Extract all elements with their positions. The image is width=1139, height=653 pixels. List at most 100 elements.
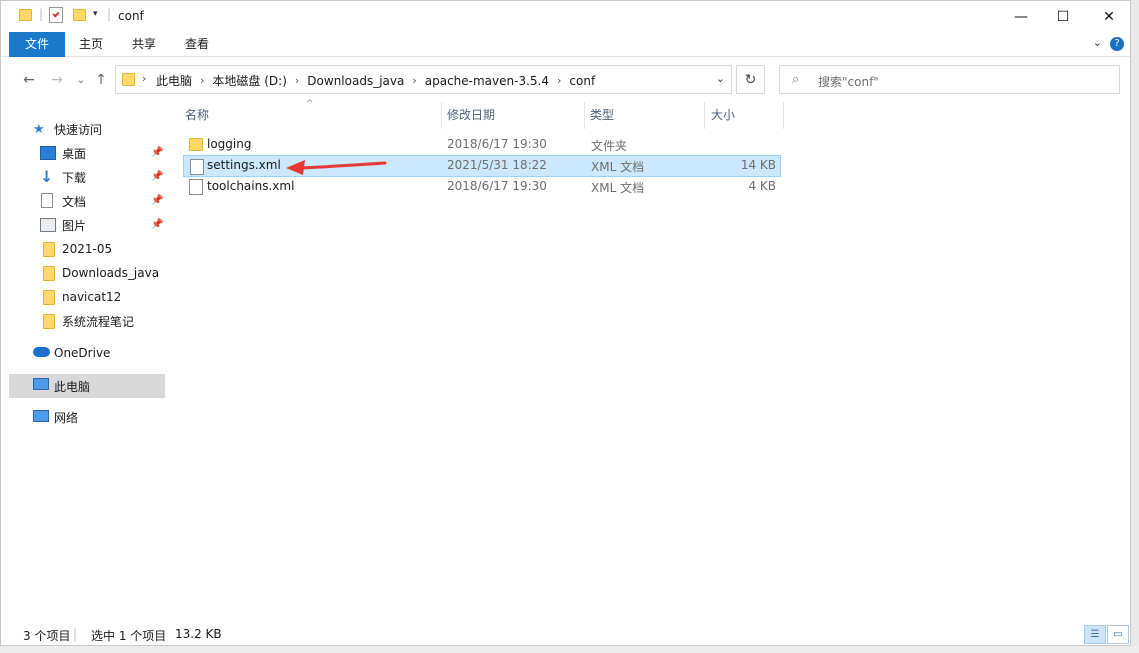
- column-header-size[interactable]: 大小: [711, 102, 735, 129]
- chevron-right-icon[interactable]: ›: [557, 74, 561, 87]
- tab-share[interactable]: 共享: [126, 32, 162, 57]
- sidebar-item-label: Downloads_java: [62, 266, 160, 280]
- file-row-logging[interactable]: logging 2018/6/17 19:30 文件夹: [183, 134, 781, 156]
- search-icon: ⌕: [792, 72, 800, 87]
- file-modified: 2018/6/17 19:30: [447, 179, 547, 193]
- title-bar: | ▾ | conf — ☐ ✕: [1, 1, 1130, 32]
- background-window-edge: [1131, 0, 1139, 653]
- help-icon[interactable]: ?: [1110, 37, 1124, 51]
- new-folder-icon[interactable]: [73, 9, 86, 21]
- sidebar-item-label: 桌面: [62, 146, 87, 161]
- file-size: 14 KB: [740, 158, 776, 172]
- sidebar-item-onedrive[interactable]: OneDrive: [9, 341, 165, 365]
- file-row-toolchains-xml[interactable]: toolchains.xml 2018/6/17 19:30 XML 文档 4 …: [183, 176, 781, 198]
- folder-icon: [19, 9, 32, 21]
- sidebar-item-label: 快速访问: [54, 122, 103, 137]
- column-divider[interactable]: [441, 102, 442, 129]
- folder-icon: [122, 73, 135, 86]
- tab-home[interactable]: 主页: [73, 32, 109, 57]
- annotation-arrow: [286, 160, 387, 175]
- computer-icon: [33, 378, 49, 390]
- folder-icon: [189, 138, 203, 151]
- address-dropdown-icon[interactable]: ⌄: [716, 72, 725, 85]
- star-icon: ★: [33, 122, 45, 137]
- sidebar-item-notes[interactable]: 系统流程笔记: [9, 309, 165, 333]
- column-divider[interactable]: [584, 102, 585, 129]
- large-icons-view-icon[interactable]: ▭: [1107, 625, 1129, 644]
- sidebar-item-navicat12[interactable]: navicat12: [9, 285, 165, 309]
- file-name: logging: [207, 137, 252, 151]
- explorer-window: | ▾ | conf — ☐ ✕ 文件 主页 共享 查看 ⌄ ? ← → ⌄ ↑…: [0, 0, 1131, 646]
- column-divider[interactable]: [704, 102, 705, 129]
- pin-icon: 📌: [151, 219, 164, 230]
- address-bar[interactable]: › 此电脑 › 本地磁盘 (D:) › Downloads_java › apa…: [115, 65, 732, 94]
- search-box[interactable]: ⌕ 搜索"conf": [779, 65, 1120, 94]
- status-selection: 选中 1 个项目: [91, 629, 167, 643]
- pin-icon: 📌: [151, 171, 164, 182]
- column-divider[interactable]: [783, 102, 784, 129]
- folder-icon: [43, 314, 55, 329]
- sort-ascending-icon: ^: [306, 99, 314, 109]
- documents-icon: [41, 193, 53, 208]
- sidebar-item-label: 网络: [54, 410, 79, 425]
- forward-arrow-icon[interactable]: →: [46, 69, 68, 91]
- file-modified: 2018/6/17 19:30: [447, 137, 547, 151]
- breadcrumb-downloads-java[interactable]: Downloads_java: [307, 74, 404, 88]
- sidebar-item-label: navicat12: [62, 290, 122, 304]
- breadcrumb-conf[interactable]: conf: [569, 74, 595, 88]
- sidebar-item-pictures[interactable]: 图片 📌: [9, 213, 165, 237]
- xml-file-icon: [189, 179, 203, 195]
- status-item-count: 3 个项目: [23, 629, 71, 643]
- up-arrow-icon[interactable]: ↑: [90, 69, 112, 91]
- chevron-right-icon[interactable]: ›: [295, 74, 299, 87]
- network-icon: [33, 410, 49, 422]
- breadcrumb-this-pc[interactable]: 此电脑: [156, 72, 192, 89]
- close-button[interactable]: ✕: [1086, 1, 1132, 32]
- breadcrumb-apache-maven[interactable]: apache-maven-3.5.4: [425, 74, 549, 88]
- sidebar-item-label: 此电脑: [54, 379, 91, 394]
- navigation-pane: ★ 快速访问 桌面 📌 ↓ 下载 📌 文档 📌 图片 📌 2021-05 Dow…: [9, 97, 165, 617]
- column-header-type[interactable]: 类型: [590, 102, 614, 129]
- sidebar-item-2021-05[interactable]: 2021-05: [9, 237, 165, 261]
- file-row-settings-xml[interactable]: settings.xml 2021/5/31 18:22 XML 文档 14 K…: [183, 155, 781, 177]
- file-type: 文件夹: [591, 139, 628, 153]
- sidebar-item-downloads-java[interactable]: Downloads_java: [9, 261, 165, 285]
- column-header-name[interactable]: 名称: [185, 102, 209, 129]
- customize-toolbar-icon[interactable]: ▾: [93, 9, 98, 19]
- details-view-icon[interactable]: ☰: [1084, 625, 1106, 644]
- folder-icon: [43, 266, 55, 281]
- background-bottom-edge: [0, 646, 1139, 653]
- window-title: conf: [118, 9, 144, 23]
- sidebar-item-label: OneDrive: [54, 346, 111, 360]
- sidebar-item-documents[interactable]: 文档 📌: [9, 189, 165, 213]
- pin-icon: 📌: [151, 195, 164, 206]
- search-placeholder: 搜索"conf": [818, 75, 879, 89]
- sidebar-item-this-pc[interactable]: 此电脑: [9, 374, 165, 398]
- minimize-button[interactable]: —: [998, 1, 1044, 32]
- sidebar-item-downloads[interactable]: ↓ 下载 📌: [9, 165, 165, 189]
- divider: |: [73, 627, 78, 641]
- sidebar-item-network[interactable]: 网络: [9, 405, 165, 429]
- chevron-right-icon: ›: [142, 72, 147, 85]
- chevron-right-icon[interactable]: ›: [200, 74, 204, 87]
- back-arrow-icon[interactable]: ←: [18, 69, 40, 91]
- file-name: toolchains.xml: [207, 179, 295, 193]
- breadcrumb-local-disk[interactable]: 本地磁盘 (D:): [212, 72, 286, 89]
- chevron-right-icon[interactable]: ›: [412, 74, 416, 87]
- expand-ribbon-icon[interactable]: ⌄: [1093, 36, 1102, 49]
- sidebar-item-desktop[interactable]: 桌面 📌: [9, 141, 165, 165]
- properties-icon[interactable]: [49, 7, 63, 23]
- recent-locations-chevron-icon[interactable]: ⌄: [70, 69, 92, 91]
- sidebar-quick-access[interactable]: ★ 快速访问: [9, 117, 165, 141]
- folder-icon: [43, 242, 55, 257]
- breadcrumb: 此电脑 › 本地磁盘 (D:) › Downloads_java › apach…: [156, 72, 595, 89]
- maximize-button[interactable]: ☐: [1040, 1, 1086, 32]
- refresh-icon[interactable]: ↻: [736, 65, 765, 94]
- column-header-modified[interactable]: 修改日期: [447, 102, 495, 129]
- tab-view[interactable]: 查看: [179, 32, 215, 57]
- tab-file[interactable]: 文件: [9, 32, 65, 57]
- sidebar-item-label: 2021-05: [62, 242, 113, 256]
- desktop-icon: [40, 146, 56, 160]
- xml-file-icon: [190, 159, 204, 175]
- status-size: 13.2 KB: [175, 627, 222, 641]
